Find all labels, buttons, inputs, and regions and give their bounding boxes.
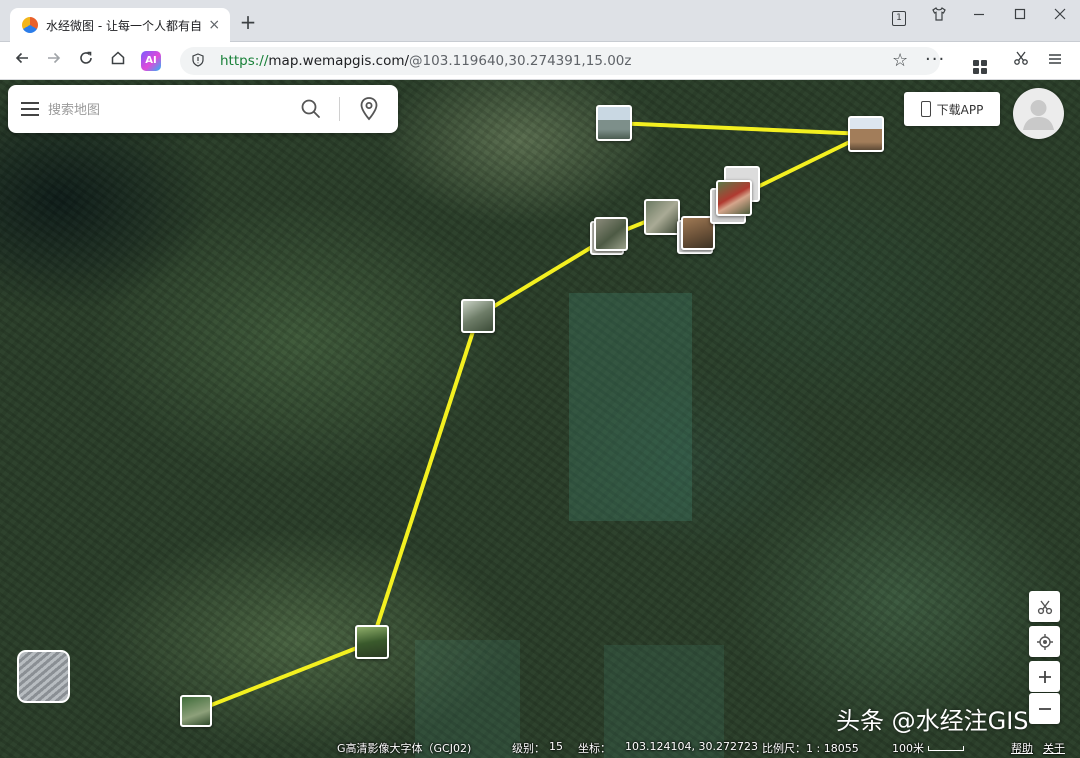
photo-marker[interactable]	[594, 217, 628, 251]
apps-grid-icon	[973, 60, 987, 74]
tab-bar: 水经微图 - 让每一个人都有自 × + 1	[0, 0, 1080, 42]
download-app-label: 下载APP	[936, 102, 984, 117]
forward-button[interactable]	[41, 48, 67, 74]
new-tab-button[interactable]: +	[238, 12, 258, 32]
tab-title: 水经微图 - 让每一个人都有自	[46, 18, 202, 33]
search-icon[interactable]	[300, 98, 322, 120]
menu-icon[interactable]	[21, 102, 39, 116]
map-canvas[interactable]: 下载APP G高清影像大字体（GCJ02)	[0, 80, 1080, 758]
zoom-value: 15	[549, 740, 563, 753]
tab-count-icon: 1	[892, 11, 906, 26]
scale-bar	[928, 746, 964, 751]
minimize-icon	[974, 13, 984, 16]
browser-tab[interactable]: 水经微图 - 让每一个人都有自 ×	[10, 8, 230, 42]
watermark: 头条 @水经注GIS	[836, 707, 1029, 735]
close-window-button[interactable]	[1046, 6, 1074, 26]
url-text[interactable]: https://map.wemapgis.com/@103.119640,30.…	[220, 53, 631, 69]
about-link[interactable]: 关于	[1043, 740, 1065, 756]
star-icon[interactable]: ☆	[892, 50, 908, 71]
shirt-icon	[932, 7, 946, 21]
track-route-line[interactable]	[194, 132, 868, 713]
photo-marker[interactable]	[596, 105, 632, 141]
photo-marker[interactable]	[180, 695, 212, 727]
navigation-bar: AI https://map.wemapgis.com/@103.119640,…	[0, 42, 1080, 80]
minimize-button[interactable]	[965, 6, 993, 26]
track-route-line[interactable]	[612, 121, 868, 136]
url-host: map.wemapgis.com/	[268, 53, 410, 69]
locate-icon	[1036, 633, 1053, 650]
close-icon	[1054, 8, 1066, 20]
home-icon	[111, 51, 125, 65]
url-path: @103.119640,30.274391,15.00z	[409, 53, 632, 69]
avatar-icon	[1023, 100, 1054, 130]
search-divider	[339, 97, 340, 121]
coord-value: 103.124104, 30.272723	[625, 740, 758, 753]
photo-marker[interactable]	[716, 180, 752, 216]
more-icon[interactable]: ···	[925, 49, 945, 70]
back-button[interactable]	[9, 48, 35, 74]
photo-marker[interactable]	[848, 116, 884, 152]
phone-icon	[920, 101, 931, 117]
screenshot-button[interactable]	[1010, 50, 1032, 72]
site-favicon-icon	[22, 17, 38, 33]
route-layer	[194, 121, 868, 713]
search-panel	[8, 85, 398, 133]
reload-button[interactable]	[73, 48, 99, 74]
scissors-icon	[1037, 600, 1052, 614]
map-tools	[1029, 591, 1060, 725]
search-input[interactable]	[46, 97, 290, 123]
maximize-button[interactable]	[1006, 6, 1034, 26]
home-button[interactable]	[105, 48, 131, 74]
address-bar[interactable]: https://map.wemapgis.com/@103.119640,30.…	[180, 47, 944, 75]
zoom-out-button[interactable]	[1029, 693, 1060, 724]
hamburger-icon	[1049, 54, 1061, 64]
download-app-button[interactable]: 下载APP	[904, 92, 1000, 126]
apps-button[interactable]	[969, 50, 991, 74]
photo-marker[interactable]	[644, 199, 680, 235]
browser-window: 水经微图 - 让每一个人都有自 × + 1 AI https://map.wem…	[0, 0, 1080, 758]
maximize-icon	[1014, 8, 1026, 20]
layer-name: G高清影像大字体（GCJ02)	[337, 742, 472, 755]
coord-label: 坐标：	[578, 742, 611, 755]
photo-marker[interactable]	[355, 625, 389, 659]
help-link[interactable]: 帮助	[1011, 740, 1033, 756]
tab-count-button[interactable]: 1	[885, 6, 913, 26]
photo-marker[interactable]	[461, 299, 495, 333]
tab-close-icon[interactable]: ×	[207, 17, 222, 33]
map-status-bar: G高清影像大字体（GCJ02) 级别： 15 坐标： 103.124104, 3…	[0, 738, 1080, 758]
pin-icon[interactable]	[358, 96, 380, 122]
layer-switch[interactable]	[17, 650, 70, 703]
ai-assistant-icon[interactable]: AI	[141, 51, 161, 71]
zoom-out-icon	[1038, 707, 1051, 710]
locate-button[interactable]	[1029, 626, 1060, 657]
zoom-in-button[interactable]	[1029, 661, 1060, 692]
scale-label: 比例尺：1 : 18055	[762, 742, 859, 755]
shield-icon[interactable]	[192, 53, 204, 67]
arrow-right-icon	[48, 52, 61, 64]
skin-button[interactable]	[925, 6, 953, 26]
arrow-left-icon	[15, 52, 28, 64]
measure-button[interactable]	[1029, 591, 1060, 622]
reload-icon	[80, 51, 92, 64]
scissors-icon	[1014, 51, 1028, 65]
browser-menu-button[interactable]	[1044, 50, 1066, 72]
zoom-label: 级别：	[512, 742, 545, 755]
zoom-in-icon	[1038, 670, 1051, 683]
url-scheme: https://	[220, 53, 269, 69]
avatar[interactable]	[1013, 88, 1064, 139]
scale-bar-label: 100米	[892, 742, 924, 755]
